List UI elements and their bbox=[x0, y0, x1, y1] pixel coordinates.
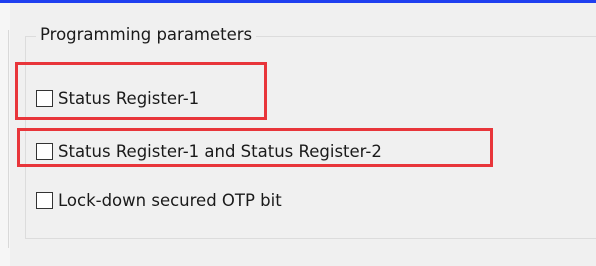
groupbox-title: Programming parameters bbox=[36, 24, 257, 46]
left-panel-divider bbox=[8, 30, 9, 248]
highlight-box-status-register-1 bbox=[15, 62, 267, 120]
window-top-edge bbox=[0, 0, 596, 3]
lock-down-otp-option[interactable]: Lock-down secured OTP bit bbox=[36, 188, 282, 212]
lock-down-otp-checkbox[interactable] bbox=[36, 191, 53, 209]
lock-down-otp-label[interactable]: Lock-down secured OTP bit bbox=[58, 191, 282, 210]
highlight-box-status-register-1-and-2 bbox=[17, 128, 493, 167]
